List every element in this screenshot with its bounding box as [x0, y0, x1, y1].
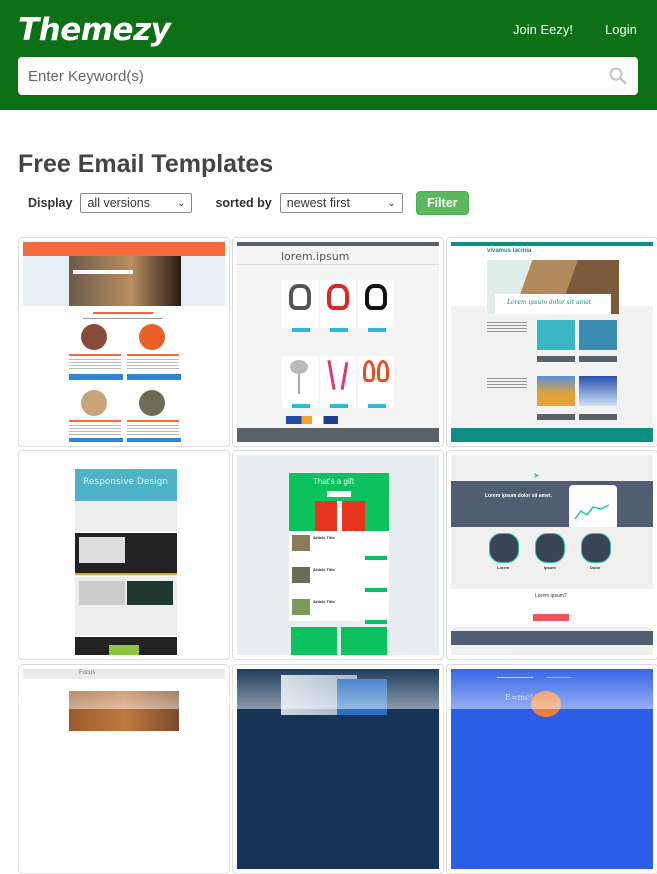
- article-title: Article Title: [313, 535, 335, 540]
- template-logo-text: lorem.ipsum: [281, 250, 350, 263]
- feature-label: Lorem: [497, 565, 510, 570]
- template-thumbnail: [237, 669, 439, 869]
- template-card-medical[interactable]: [232, 664, 444, 874]
- template-thumbnail: ➤ Lorem ipsum dolor sit amet. Lorem Ipsu…: [451, 455, 653, 655]
- template-thumbnail: Focus: [23, 669, 225, 869]
- cta-heading: Lorem ipsum?: [535, 593, 567, 599]
- template-thumbnail: vivamus lacinia Lorem ipsum dolor sit am…: [451, 242, 653, 442]
- template-card-focus[interactable]: Focus: [18, 664, 230, 874]
- sort-select-value: newest first: [286, 196, 350, 210]
- chart-icon: [574, 504, 610, 520]
- article-title: Article Title: [313, 599, 335, 604]
- display-select[interactable]: all versions ⌄: [80, 193, 193, 213]
- paper-plane-icon: ➤: [533, 471, 540, 480]
- template-thumbnail: E=mc²: [451, 669, 653, 869]
- template-headline: Lorem ipsum dolor sit amet: [507, 299, 592, 306]
- template-logo-text: Focus: [79, 670, 96, 676]
- template-thumbnail: That's a gift Article Title Article Titl…: [237, 455, 439, 655]
- sort-label: sorted by: [215, 196, 272, 210]
- page-title: Free Email Templates: [18, 150, 274, 178]
- template-headline: Responsive Design: [83, 477, 168, 487]
- filter-bar: Display all versions ⌄ sorted by newest …: [28, 191, 469, 215]
- search-bar: [18, 57, 638, 95]
- site-logo[interactable]: Themezy: [18, 12, 171, 48]
- template-card-orange-lifestyle[interactable]: [18, 237, 230, 447]
- template-thumbnail: Responsive Design: [23, 455, 225, 655]
- chevron-down-icon: ⌄: [177, 197, 186, 209]
- filter-button[interactable]: Filter: [415, 191, 469, 215]
- chevron-down-icon: ⌄: [387, 197, 396, 209]
- search-input[interactable]: [18, 57, 578, 95]
- feature-label: Ipsum: [544, 565, 556, 570]
- feature-label: Dolor: [590, 565, 601, 570]
- template-logo-text: vivamus lacinia: [487, 248, 532, 254]
- template-thumbnail: lorem.ipsum: [237, 242, 439, 442]
- template-headline: Lorem ipsum dolor sit amet.: [485, 493, 552, 499]
- display-select-value: all versions: [87, 196, 150, 210]
- template-thumbnail: [23, 242, 225, 442]
- article-title: Article Title: [313, 567, 335, 572]
- template-card-headphones[interactable]: lorem.ipsum: [232, 237, 444, 447]
- template-card-app-landing[interactable]: ➤ Lorem ipsum dolor sit amet. Lorem Ipsu…: [446, 450, 657, 660]
- display-label: Display: [28, 196, 73, 210]
- template-card-gift[interactable]: That's a gift Article Title Article Titl…: [232, 450, 444, 660]
- template-headline: That's a gift: [313, 477, 355, 486]
- join-link[interactable]: Join Eezy!: [513, 22, 573, 37]
- template-card-responsive-design[interactable]: Responsive Design: [18, 450, 230, 660]
- sort-select[interactable]: newest first ⌄: [279, 193, 403, 213]
- site-header: Themezy Join Eezy! Login: [0, 0, 657, 110]
- template-card-science-kid[interactable]: E=mc²: [446, 664, 657, 874]
- login-link[interactable]: Login: [605, 22, 637, 37]
- template-card-vivamus-travel[interactable]: vivamus lacinia Lorem ipsum dolor sit am…: [446, 237, 657, 447]
- search-icon[interactable]: [608, 66, 628, 86]
